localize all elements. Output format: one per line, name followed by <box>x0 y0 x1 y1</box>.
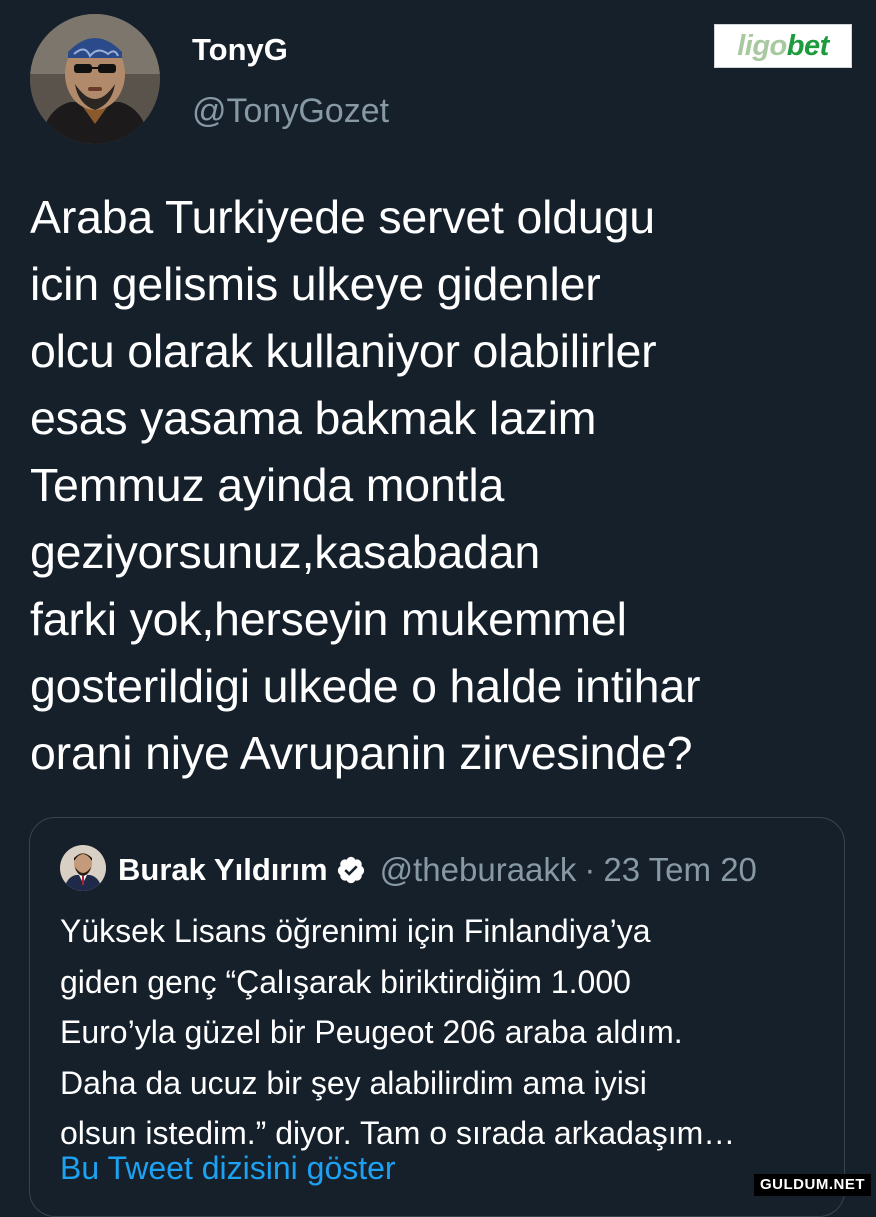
quoted-tweet-text: Yüksek Lisans öğrenimi için Finlandiya’y… <box>60 913 736 1151</box>
quoted-author-handle[interactable]: @theburaakk <box>380 851 577 889</box>
quoted-author-name[interactable]: Burak Yıldırım <box>118 852 328 888</box>
quoted-tweet-date[interactable]: 23 Tem 20 <box>603 851 757 889</box>
author-display-name[interactable]: TonyG <box>192 32 288 68</box>
header-separator: · <box>584 851 596 888</box>
profile-photo-icon <box>30 14 160 144</box>
verified-badge-icon <box>336 855 366 885</box>
author-handle[interactable]: @TonyGozet <box>192 92 389 131</box>
quoted-tweet-card[interactable]: Burak Yıldırım @theburaakk · 23 Tem 20 Y… <box>29 817 845 1217</box>
quoted-tweet-header: Burak Yıldırım @theburaakk · 23 Tem 20 <box>118 848 757 892</box>
quoted-author-avatar[interactable] <box>60 845 106 891</box>
tweet-text: Araba Turkiyede servet oldugu icin gelis… <box>30 191 701 779</box>
site-watermark: GULDUM.NET <box>754 1174 871 1196</box>
show-thread-link[interactable]: Bu Tweet dizisini göster <box>60 1150 396 1187</box>
tweet-header: TonyG @TonyGozet ligo bet <box>0 0 876 160</box>
author-avatar[interactable] <box>30 14 160 144</box>
profile-photo-icon <box>60 845 106 891</box>
brand-logo: ligo bet <box>714 24 852 68</box>
